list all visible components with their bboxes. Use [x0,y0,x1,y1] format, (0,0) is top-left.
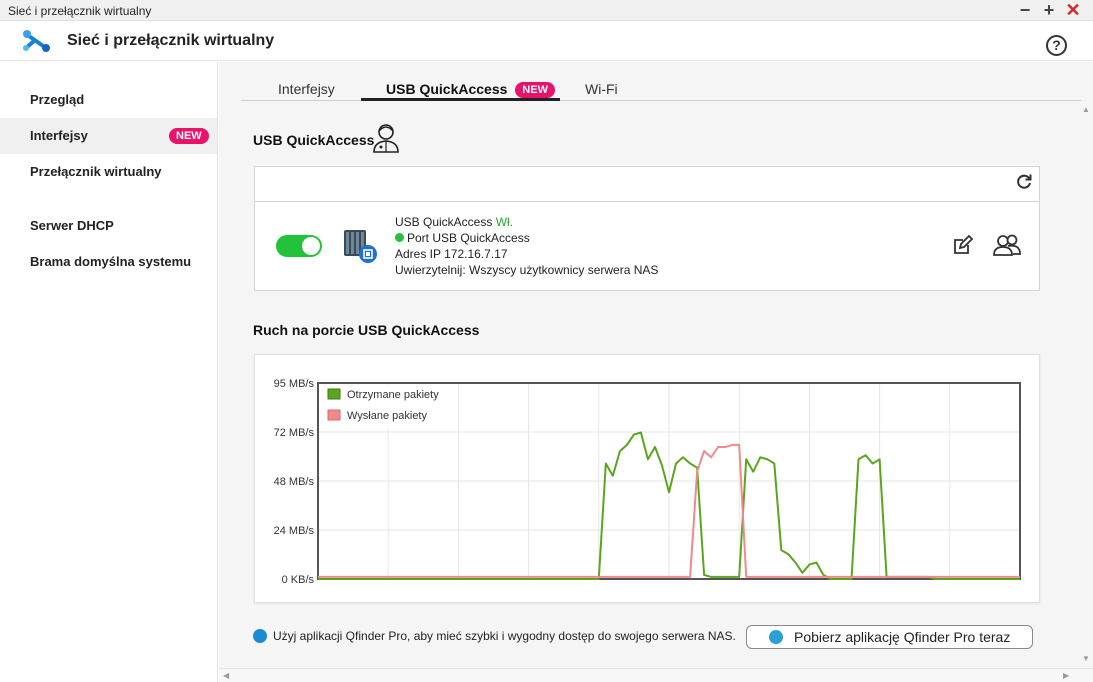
y-tick-label: 48 MB/s [274,476,315,488]
new-badge: NEW [169,128,209,144]
y-tick-label: 95 MB/s [274,378,315,390]
sidebar-item-overview[interactable]: Przegląd [0,82,217,118]
usb-ip-address: Adres IP 172.16.7.17 [395,247,508,261]
tab-interfaces[interactable]: Interfejsy [278,81,335,97]
traffic-section-title: Ruch na porcie USB QuickAccess [253,322,480,338]
refresh-icon[interactable] [1015,173,1033,196]
scroll-up-icon[interactable]: ▲ [1082,105,1090,114]
active-tab-indicator [361,98,560,101]
legend-swatch [327,388,341,400]
legend-label: Wysłane pakiety [347,410,427,422]
qfinder-download-icon [769,630,783,644]
sidebar-item-dhcp-server[interactable]: Serwer DHCP [0,208,217,244]
traffic-chart: 95 MB/s 72 MB/s 48 MB/s 24 MB/s 0 KB/s Otrzym… [274,378,1021,586]
status-dot-icon [395,233,404,242]
sidebar: Przegląd Interfejsy NEW Przełącznik wirt… [0,62,218,682]
usb-status-line: USB QuickAccess Wł. [395,214,658,230]
usb-section-title: USB QuickAccess [253,132,375,148]
sidebar-item-interfaces[interactable]: Interfejsy NEW [0,118,217,154]
y-tick-label: 24 MB/s [274,525,315,537]
close-icon[interactable]: ✕ [1064,1,1082,19]
usb-auth: Uwierzytelnij: Wszyscy użytkownicy serwe… [395,263,659,277]
app-title: Sieć i przełącznik wirtualny [67,32,275,49]
usb-port-line: Port USB QuickAccess [395,230,658,246]
edit-icon[interactable] [952,234,974,261]
nas-device-icon [342,228,378,269]
traffic-chart-card: 95 MB/s 72 MB/s 48 MB/s 24 MB/s 0 KB/s Otrzym… [254,354,1040,603]
support-person-icon [371,122,401,159]
sidebar-item-label: Serwer DHCP [30,218,114,233]
window-titlebar: Sieć i przełącznik wirtualny − + ✕ [0,0,1093,21]
maximize-icon[interactable]: + [1040,1,1058,19]
vertical-scrollbar[interactable]: ▲ ▼ [1079,102,1093,682]
card-toolbar [255,167,1039,202]
sidebar-item-label: Przełącznik wirtualny [30,164,162,179]
minimize-icon[interactable]: − [1016,1,1034,19]
tab-usb-quickaccess[interactable]: USB QuickAccess NEW [386,81,555,98]
network-switch-icon [20,28,52,59]
usb-status-prefix: USB QuickAccess [395,215,493,229]
usb-status-value: Wł. [495,215,514,229]
y-tick-label: 0 KB/s [282,574,315,586]
usb-port-label: Port USB QuickAccess [407,231,530,245]
app-header: Sieć i przełącznik wirtualny ? [0,21,1093,61]
scroll-left-icon[interactable]: ◀ [223,671,229,680]
qfinder-note: Użyj aplikacji Qfinder Pro, aby mieć szy… [253,629,736,643]
main-content: Interfejsy USB QuickAccess NEW Wi-Fi USB… [219,62,1093,682]
new-badge: NEW [515,82,555,98]
usb-quickaccess-card: USB QuickAccess Wł. Port USB QuickAccess… [254,166,1040,291]
sidebar-item-virtual-switch[interactable]: Przełącznik wirtualny [0,154,217,190]
usb-info: USB QuickAccess Wł. Port USB QuickAccess… [395,214,658,278]
toggle-knob [302,237,320,255]
horizontal-scrollbar[interactable]: ◀ ▶ [219,668,1093,682]
legend-label: Otrzymane pakiety [347,389,439,401]
scroll-right-icon[interactable]: ▶ [1063,671,1069,680]
usb-quickaccess-toggle[interactable] [276,235,322,257]
qfinder-icon [253,629,267,643]
users-icon[interactable] [992,233,1022,262]
tab-label: USB QuickAccess [386,81,508,97]
window-title: Sieć i przełącznik wirtualny [8,4,152,18]
sidebar-item-default-gateway[interactable]: Brama domyślna systemu [0,244,217,280]
download-qfinder-button[interactable]: Pobierz aplikację Qfinder Pro teraz [746,625,1033,649]
tab-wifi[interactable]: Wi-Fi [585,81,618,97]
sidebar-item-label: Brama domyślna systemu [30,254,192,269]
y-tick-label: 72 MB/s [274,427,315,439]
help-icon[interactable]: ? [1046,35,1067,56]
scroll-down-icon[interactable]: ▼ [1082,654,1090,663]
qfinder-note-text: Użyj aplikacji Qfinder Pro, aby mieć szy… [273,629,736,643]
download-qfinder-label: Pobierz aplikację Qfinder Pro teraz [794,629,1011,645]
sidebar-item-label: Przegląd [30,92,85,107]
sidebar-item-label: Interfejsy [30,128,88,143]
legend-swatch [327,409,341,421]
tab-bar: Interfejsy USB QuickAccess NEW Wi-Fi [219,62,1093,102]
